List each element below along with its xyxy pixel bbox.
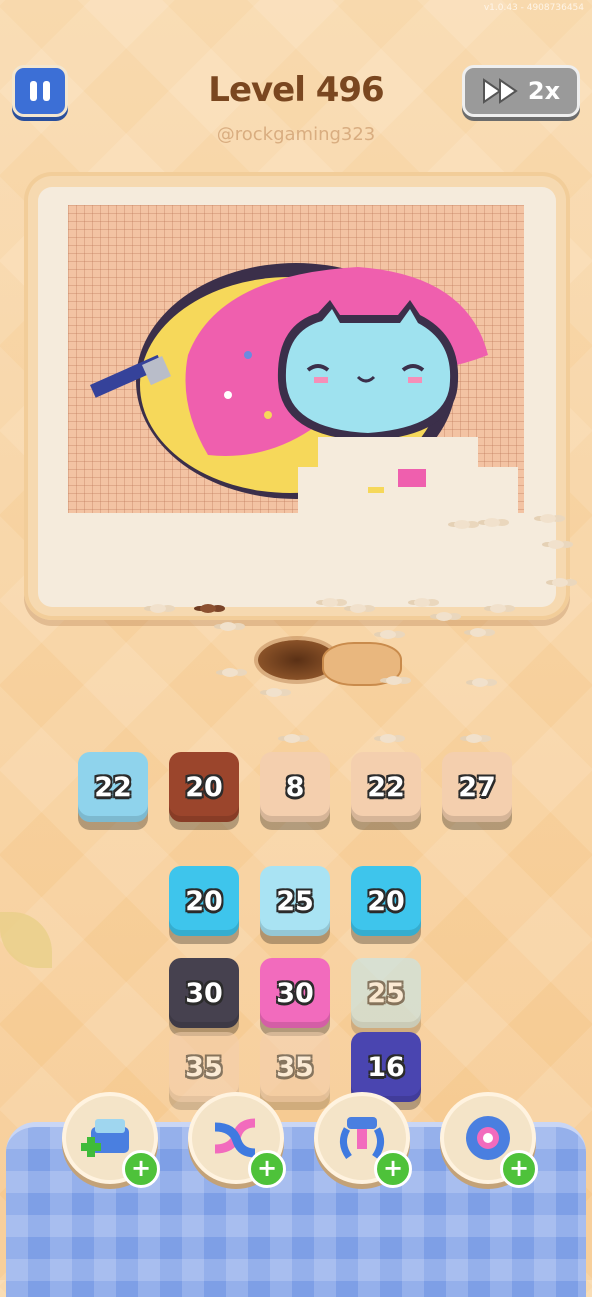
- number-tile[interactable]: 22: [78, 752, 148, 822]
- streamer-handle: @rockgaming323: [216, 124, 376, 145]
- number-tile[interactable]: 8: [260, 752, 330, 822]
- plus-icon: +: [374, 1150, 412, 1188]
- ant: [490, 604, 506, 613]
- ant: [380, 630, 396, 639]
- number-tile[interactable]: 30: [169, 958, 239, 1028]
- ant: [150, 604, 166, 613]
- ant: [222, 668, 238, 677]
- ant: [436, 612, 452, 621]
- ant: [322, 598, 338, 607]
- speed-label: 2x: [527, 77, 561, 105]
- ant: [548, 540, 564, 549]
- version-label: v1.0.43 - 4908736454: [483, 3, 584, 13]
- number-tile[interactable]: 22: [351, 752, 421, 822]
- plus-icon: +: [500, 1150, 538, 1188]
- fast-forward-icon: [482, 78, 518, 104]
- number-tile[interactable]: 25: [351, 958, 421, 1028]
- number-tile[interactable]: 30: [260, 958, 330, 1028]
- ant: [552, 578, 568, 587]
- number-tile[interactable]: 35: [260, 1032, 330, 1102]
- booster-add-slot-button[interactable]: +: [62, 1092, 160, 1188]
- number-tile[interactable]: 20: [351, 866, 421, 936]
- ant: [266, 688, 282, 697]
- ant: [472, 678, 488, 687]
- number-tile[interactable]: 25: [260, 866, 330, 936]
- ant: [386, 676, 402, 685]
- ant: [540, 514, 556, 523]
- ant: [454, 520, 470, 529]
- ant: [466, 734, 482, 743]
- booster-magnet-button[interactable]: +: [314, 1092, 412, 1188]
- plus-icon: +: [248, 1150, 286, 1188]
- ant: [200, 604, 216, 613]
- leaf-decoration: [0, 912, 52, 968]
- booster-undo-button[interactable]: +: [440, 1092, 538, 1188]
- number-tile[interactable]: 20: [169, 866, 239, 936]
- ant: [414, 598, 430, 607]
- ant: [484, 518, 500, 527]
- ant: [284, 734, 300, 743]
- number-tile[interactable]: 20: [169, 752, 239, 822]
- plus-icon: +: [122, 1150, 160, 1188]
- ant: [380, 734, 396, 743]
- booster-shuffle-button[interactable]: +: [188, 1092, 286, 1188]
- number-tile[interactable]: 27: [442, 752, 512, 822]
- speed-toggle-button[interactable]: 2x: [462, 65, 580, 117]
- ant: [470, 628, 486, 637]
- ant: [350, 604, 366, 613]
- ant: [220, 622, 236, 631]
- pixel-art-donut-cat: [90, 263, 518, 517]
